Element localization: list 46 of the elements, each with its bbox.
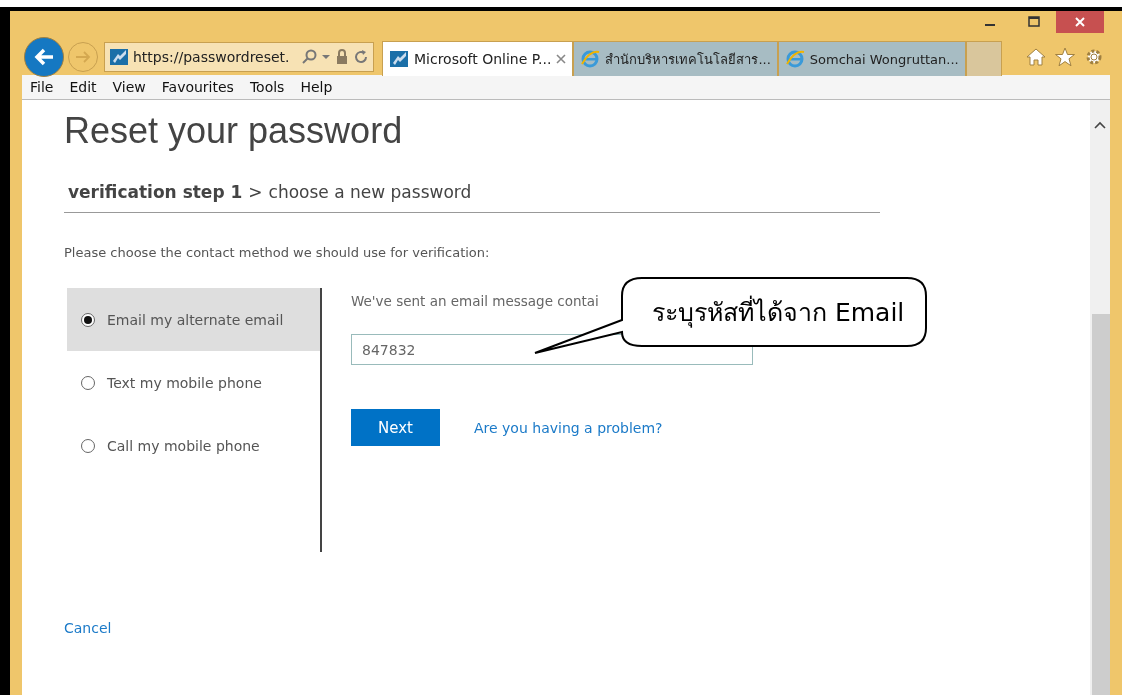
menu-item[interactable]: File bbox=[22, 79, 62, 95]
left-arrow-icon bbox=[33, 46, 55, 67]
step-label: choose a new password bbox=[268, 182, 472, 202]
menu-item[interactable]: Help bbox=[292, 79, 341, 95]
close-icon bbox=[1074, 16, 1086, 28]
radio-button[interactable] bbox=[81, 438, 95, 453]
site-icon bbox=[784, 49, 805, 69]
menu-item[interactable]: Favourites bbox=[153, 79, 242, 95]
scrollbar[interactable] bbox=[1090, 100, 1110, 695]
menu-item[interactable]: View bbox=[104, 79, 154, 95]
close-icon[interactable] bbox=[556, 54, 567, 64]
up-caret-icon[interactable] bbox=[1094, 121, 1106, 129]
menu-item[interactable]: Tools bbox=[241, 79, 293, 95]
close-button[interactable] bbox=[1056, 11, 1104, 33]
menu-item[interactable]: Edit bbox=[61, 79, 105, 95]
radio-button[interactable] bbox=[81, 312, 95, 327]
search-icon[interactable] bbox=[301, 48, 317, 65]
address-bar[interactable]: https://passwordreset. bbox=[104, 41, 374, 72]
instruction-text: Please choose the contact method we should use for verification: bbox=[64, 245, 491, 260]
star-icon[interactable] bbox=[1054, 46, 1076, 67]
site-icon bbox=[389, 49, 409, 69]
browser-tab[interactable]: สำนักบริหารเทคโนโลยีสาร... bbox=[573, 41, 778, 76]
site-icon bbox=[580, 49, 601, 69]
maximize-icon[interactable] bbox=[1028, 16, 1040, 28]
help-link[interactable]: Are you having a problem? bbox=[474, 419, 663, 436]
step-label: verification step 1 bbox=[68, 182, 243, 202]
radio-button[interactable] bbox=[81, 375, 95, 390]
contact-option[interactable]: Call my mobile phone bbox=[67, 414, 320, 477]
cancel-link[interactable]: Cancel bbox=[64, 620, 112, 636]
lock-icon bbox=[335, 48, 349, 65]
contact-option[interactable]: Email my alternate email bbox=[67, 288, 320, 351]
refresh-icon[interactable] bbox=[353, 48, 369, 65]
site-icon bbox=[109, 46, 129, 67]
contact-option[interactable]: Text my mobile phone bbox=[67, 351, 320, 414]
url-text: https://passwordreset. bbox=[133, 48, 291, 65]
right-arrow-icon bbox=[75, 49, 91, 64]
callout-text: ระบุรหัสที่ได้จาก Email bbox=[652, 296, 905, 330]
browser-tab[interactable]: Microsoft Online P... bbox=[382, 41, 574, 76]
page-title: Reset your password bbox=[64, 110, 404, 152]
scrollbar-thumb[interactable] bbox=[1092, 314, 1110, 695]
home-icon[interactable] bbox=[1026, 46, 1046, 67]
browser-tab[interactable]: Somchai Wongruttan... bbox=[777, 41, 966, 76]
step-separator: > bbox=[248, 182, 263, 202]
next-button[interactable]: Next bbox=[351, 409, 440, 446]
message-text: We've sent an email message contai bbox=[351, 293, 600, 309]
back-button[interactable] bbox=[24, 36, 64, 77]
